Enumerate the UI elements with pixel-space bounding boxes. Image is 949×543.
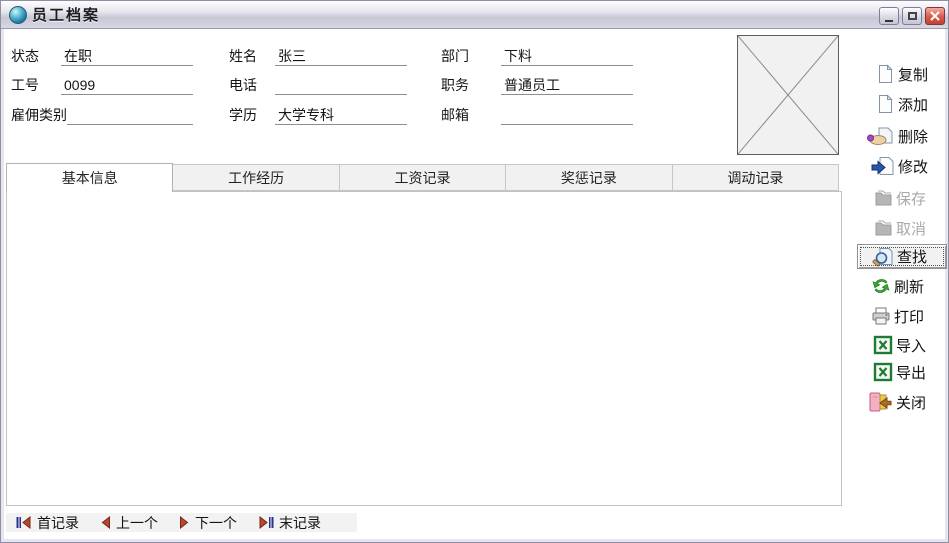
tab-salary-records[interactable]: 工资记录 (340, 164, 506, 191)
tab-strip: 基本信息 工作经历 工资记录 奖惩记录 调动记录 (6, 164, 839, 191)
tab-work-history[interactable]: 工作经历 (173, 164, 339, 191)
modify-arrow-document-icon (871, 156, 895, 176)
find-button[interactable]: 查找 (857, 244, 947, 269)
app-icon (9, 6, 27, 24)
email-label: 邮箱 (441, 105, 469, 125)
refresh-button[interactable]: 刷新 (871, 275, 924, 297)
minimize-icon (885, 20, 893, 22)
record-navigator: 首记录 上一个 下一个 末记录 (6, 513, 357, 532)
modify-button[interactable]: 修改 (871, 155, 928, 177)
print-icon (871, 306, 891, 326)
previous-record-icon (100, 516, 111, 529)
phone-label: 电话 (229, 75, 257, 95)
position-field[interactable]: 普通员工 (501, 75, 633, 95)
name-label: 姓名 (229, 46, 257, 66)
last-record-button[interactable]: 末记录 (258, 513, 321, 533)
app-window: 员工档案 状态 在职 姓名 张三 部门 下料 工号 0099 电话 职务 普通员… (0, 0, 949, 543)
delete-button-label: 删除 (898, 126, 928, 147)
employee-photo-placeholder (737, 35, 839, 155)
add-button-label: 添加 (898, 94, 928, 115)
tab-transfer-records[interactable]: 调动记录 (673, 164, 839, 191)
email-field[interactable] (501, 105, 633, 125)
first-record-icon (16, 516, 32, 529)
refresh-icon (871, 276, 891, 296)
department-field[interactable]: 下料 (501, 46, 633, 66)
copy-document-icon (875, 64, 895, 84)
find-magnifier-icon (872, 247, 894, 267)
export-button[interactable]: 导出 (873, 361, 926, 383)
save-button-label: 保存 (896, 188, 926, 209)
cancel-folder-icon-disabled (873, 218, 893, 238)
print-button-label: 打印 (894, 306, 924, 327)
delete-button[interactable]: 删除 (867, 125, 928, 147)
education-label: 学历 (229, 105, 257, 125)
first-record-label: 首记录 (37, 513, 79, 533)
tab-page-basic-info (6, 191, 842, 506)
name-field[interactable]: 张三 (275, 46, 407, 66)
window-frame (1, 29, 4, 543)
education-field[interactable]: 大学专科 (275, 105, 407, 125)
next-record-icon (179, 516, 190, 529)
status-field[interactable]: 在职 (61, 46, 193, 66)
previous-record-button[interactable]: 上一个 (100, 513, 158, 533)
close-book-icon (867, 391, 893, 413)
titlebar: 员工档案 (1, 1, 948, 29)
window-title: 员工档案 (32, 6, 100, 26)
status-label: 状态 (11, 46, 39, 66)
window-frame (1, 539, 948, 542)
close-form-button-label: 关闭 (896, 392, 926, 413)
employment-type-label: 雇佣类别 (11, 105, 67, 125)
first-record-button[interactable]: 首记录 (16, 513, 79, 533)
find-button-label: 查找 (897, 246, 927, 267)
excel-export-icon (873, 362, 893, 382)
position-label: 职务 (441, 75, 469, 95)
import-button[interactable]: 导入 (873, 334, 926, 356)
employee-id-field[interactable]: 0099 (61, 75, 193, 95)
add-button[interactable]: 添加 (875, 93, 928, 115)
next-record-button[interactable]: 下一个 (179, 513, 237, 533)
window-frame (945, 29, 948, 543)
last-record-icon (258, 516, 274, 529)
delete-hand-document-icon (867, 126, 895, 146)
employment-type-field[interactable] (67, 105, 193, 125)
excel-import-icon (873, 335, 893, 355)
last-record-label: 末记录 (279, 513, 321, 533)
close-button[interactable] (925, 7, 945, 25)
import-button-label: 导入 (896, 335, 926, 356)
print-button[interactable]: 打印 (871, 305, 924, 327)
copy-button[interactable]: 复制 (875, 63, 928, 85)
modify-button-label: 修改 (898, 156, 928, 177)
save-folder-icon-disabled (873, 188, 893, 208)
tab-basic-info[interactable]: 基本信息 (6, 163, 173, 192)
save-button: 保存 (873, 187, 926, 209)
close-form-button[interactable]: 关闭 (867, 391, 926, 413)
refresh-button-label: 刷新 (894, 276, 924, 297)
cancel-button: 取消 (873, 217, 926, 239)
minimize-button[interactable] (879, 7, 899, 25)
maximize-button[interactable] (902, 7, 922, 25)
copy-button-label: 复制 (898, 64, 928, 85)
cancel-button-label: 取消 (896, 218, 926, 239)
next-record-label: 下一个 (195, 513, 237, 533)
maximize-icon (908, 12, 917, 20)
previous-record-label: 上一个 (116, 513, 158, 533)
phone-field[interactable] (275, 75, 407, 95)
export-button-label: 导出 (896, 362, 926, 383)
close-icon (930, 11, 940, 21)
photo-cross-icon (738, 36, 838, 154)
department-label: 部门 (441, 46, 469, 66)
add-document-icon (875, 94, 895, 114)
tab-reward-punishment[interactable]: 奖惩记录 (506, 164, 672, 191)
employee-id-label: 工号 (11, 75, 39, 95)
